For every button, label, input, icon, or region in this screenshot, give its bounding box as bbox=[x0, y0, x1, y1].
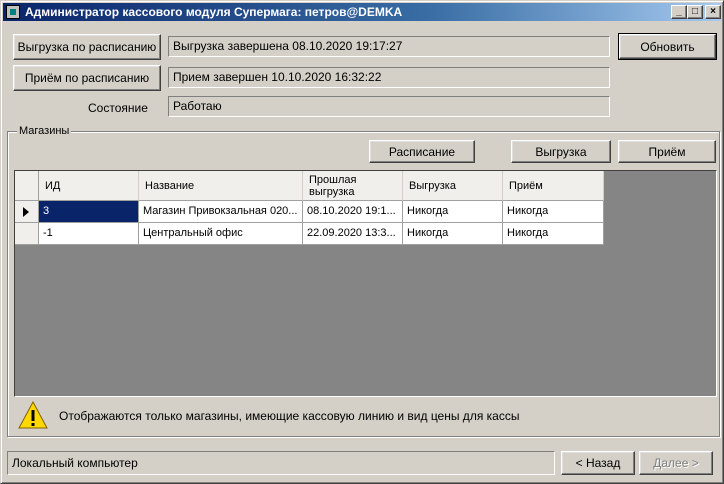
unload-schedule-button[interactable]: Выгрузка по расписанию bbox=[13, 34, 161, 60]
title-bar[interactable]: Администратор кассового модуля Супермага… bbox=[3, 3, 721, 21]
table-cell-receive[interactable]: Никогда bbox=[503, 201, 604, 223]
table-cell-id[interactable]: -1 bbox=[39, 223, 139, 245]
column-header-name[interactable]: Название bbox=[139, 171, 303, 201]
state-label: Состояние bbox=[88, 101, 148, 115]
table-cell-unload[interactable]: Никогда bbox=[403, 223, 503, 245]
maximize-button[interactable]: □ bbox=[687, 5, 703, 19]
main-window: Администратор кассового модуля Супермага… bbox=[0, 0, 724, 484]
stores-group-label: Магазины bbox=[17, 125, 72, 137]
receive-button[interactable]: Приём bbox=[618, 140, 716, 163]
row-header[interactable] bbox=[15, 201, 39, 223]
table-cell-receive[interactable]: Никогда bbox=[503, 223, 604, 245]
refresh-button[interactable]: Обновить bbox=[618, 33, 717, 60]
table-cell-name[interactable]: Магазин Привокзальная 020... bbox=[139, 201, 303, 223]
stores-grid[interactable]: ИД Название Прошлая выгрузка Выгрузка Пр… bbox=[14, 170, 717, 397]
unload-button[interactable]: Выгрузка bbox=[511, 140, 611, 163]
close-button[interactable]: × bbox=[705, 5, 721, 19]
receive-schedule-button[interactable]: Приём по расписанию bbox=[13, 65, 161, 91]
next-button[interactable]: Далее > bbox=[639, 451, 713, 475]
table-cell-name[interactable]: Центральный офис bbox=[139, 223, 303, 245]
warning-icon bbox=[18, 401, 48, 429]
table-cell-last-unload[interactable]: 22.09.2020 13:3... bbox=[303, 223, 403, 245]
table-cell-id[interactable]: 3 bbox=[39, 201, 139, 223]
back-button[interactable]: < Назад bbox=[561, 451, 635, 475]
window-title: Администратор кассового модуля Супермага… bbox=[25, 5, 403, 19]
table-cell-unload[interactable]: Никогда bbox=[403, 201, 503, 223]
row-pointer-icon bbox=[23, 207, 29, 217]
schedule-button[interactable]: Расписание bbox=[369, 140, 475, 163]
state-field: Работаю bbox=[168, 96, 610, 117]
row-header[interactable] bbox=[15, 223, 39, 245]
column-header-id[interactable]: ИД bbox=[39, 171, 139, 201]
app-icon bbox=[6, 5, 20, 19]
column-header-last-unload[interactable]: Прошлая выгрузка bbox=[303, 171, 403, 201]
column-header-receive[interactable]: Приём bbox=[503, 171, 604, 201]
column-header-unload[interactable]: Выгрузка bbox=[403, 171, 503, 201]
table-cell-last-unload[interactable]: 08.10.2020 19:1... bbox=[303, 201, 403, 223]
warning-message: Отображаются только магазины, имеющие ка… bbox=[59, 409, 520, 423]
grid-corner bbox=[15, 171, 39, 201]
unload-status-field: Выгрузка завершена 08.10.2020 19:17:27 bbox=[168, 36, 610, 57]
minimize-button[interactable]: _ bbox=[671, 5, 687, 19]
receive-status-field: Прием завершен 10.10.2020 16:32:22 bbox=[168, 67, 610, 88]
location-field: Локальный компьютер bbox=[7, 451, 555, 475]
